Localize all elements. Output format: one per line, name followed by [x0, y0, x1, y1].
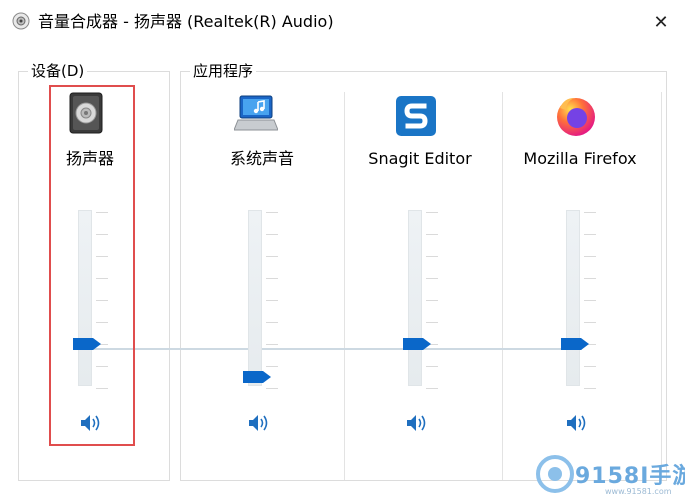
watermark-url: www.91581.com	[605, 487, 672, 496]
slider-tick	[266, 300, 278, 301]
volume-slider-system-sounds[interactable]	[242, 210, 302, 390]
slider-tick	[266, 322, 278, 323]
slider-tick	[584, 322, 596, 323]
watermark-brand: 9158I手游	[575, 464, 685, 489]
slider-tick	[266, 366, 278, 367]
slider-tick	[266, 234, 278, 235]
slider-thumb[interactable]	[560, 336, 590, 350]
speaker-volume-icon	[405, 413, 429, 437]
slider-tick	[266, 212, 278, 213]
site-watermark: 9158I手游 www.91581.com	[535, 452, 685, 500]
applications-group-label: 应用程序	[190, 62, 257, 80]
device-group-label: 设备(D)	[28, 62, 88, 80]
mute-button-snagit-editor[interactable]	[404, 414, 430, 436]
speaker-volume-icon	[565, 413, 589, 437]
mute-button-mozilla-firefox[interactable]	[564, 414, 590, 436]
channel-label-mozilla-firefox: Mozilla Firefox	[523, 149, 637, 168]
slider-thumb[interactable]	[242, 369, 272, 383]
slider-tick	[584, 388, 596, 389]
snagit-icon[interactable]	[395, 95, 439, 139]
channel-snagit-editor: Snagit Editor	[340, 90, 500, 480]
close-icon: ✕	[653, 11, 669, 33]
slider-tick	[266, 388, 278, 389]
slider-tick	[584, 300, 596, 301]
volume-mixer-app-icon	[12, 12, 30, 30]
slider-track	[248, 210, 262, 386]
slider-tick	[426, 212, 438, 213]
slider-tick	[584, 256, 596, 257]
slider-tick	[426, 300, 438, 301]
slider-tick	[584, 234, 596, 235]
channel-mozilla-firefox: Mozilla Firefox	[500, 90, 660, 480]
slider-ticks	[426, 210, 442, 389]
channel-label-system-sounds: 系统声音	[229, 149, 294, 168]
slider-tick	[584, 212, 596, 213]
volume-slider-snagit-editor[interactable]	[402, 210, 462, 390]
channel-label-snagit-editor: Snagit Editor	[368, 149, 472, 168]
slider-track	[408, 210, 422, 386]
mute-button-system-sounds[interactable]	[246, 414, 272, 436]
volume-slider-mozilla-firefox[interactable]	[560, 210, 620, 390]
slider-ticks	[266, 210, 282, 389]
title-bar: 音量合成器 - 扬声器 (Realtek(R) Audio) ✕	[0, 0, 685, 44]
firefox-icon[interactable]	[554, 94, 598, 138]
close-button[interactable]: ✕	[642, 6, 680, 38]
slider-tick	[426, 278, 438, 279]
slider-tick	[584, 366, 596, 367]
slider-tick	[266, 256, 278, 257]
slider-ticks	[584, 210, 600, 389]
highlight-box	[49, 85, 135, 446]
slider-tick	[426, 366, 438, 367]
slider-thumb[interactable]	[402, 336, 432, 350]
speaker-volume-icon	[247, 413, 271, 437]
slider-tick	[584, 278, 596, 279]
slider-tick	[266, 278, 278, 279]
slider-tick	[426, 234, 438, 235]
column-separator	[661, 92, 662, 480]
window-title: 音量合成器 - 扬声器 (Realtek(R) Audio)	[38, 12, 334, 31]
system-sounds-icon[interactable]	[233, 94, 279, 138]
slider-track	[566, 210, 580, 386]
slider-tick	[266, 344, 278, 345]
watermark-logo-icon	[535, 454, 575, 494]
volume-mixer-window: 音量合成器 - 扬声器 (Realtek(R) Audio) ✕ 设备(D) 应…	[0, 0, 685, 500]
slider-tick	[426, 256, 438, 257]
slider-tick	[426, 322, 438, 323]
slider-tick	[426, 388, 438, 389]
channel-system-sounds: 系统声音	[182, 90, 342, 480]
